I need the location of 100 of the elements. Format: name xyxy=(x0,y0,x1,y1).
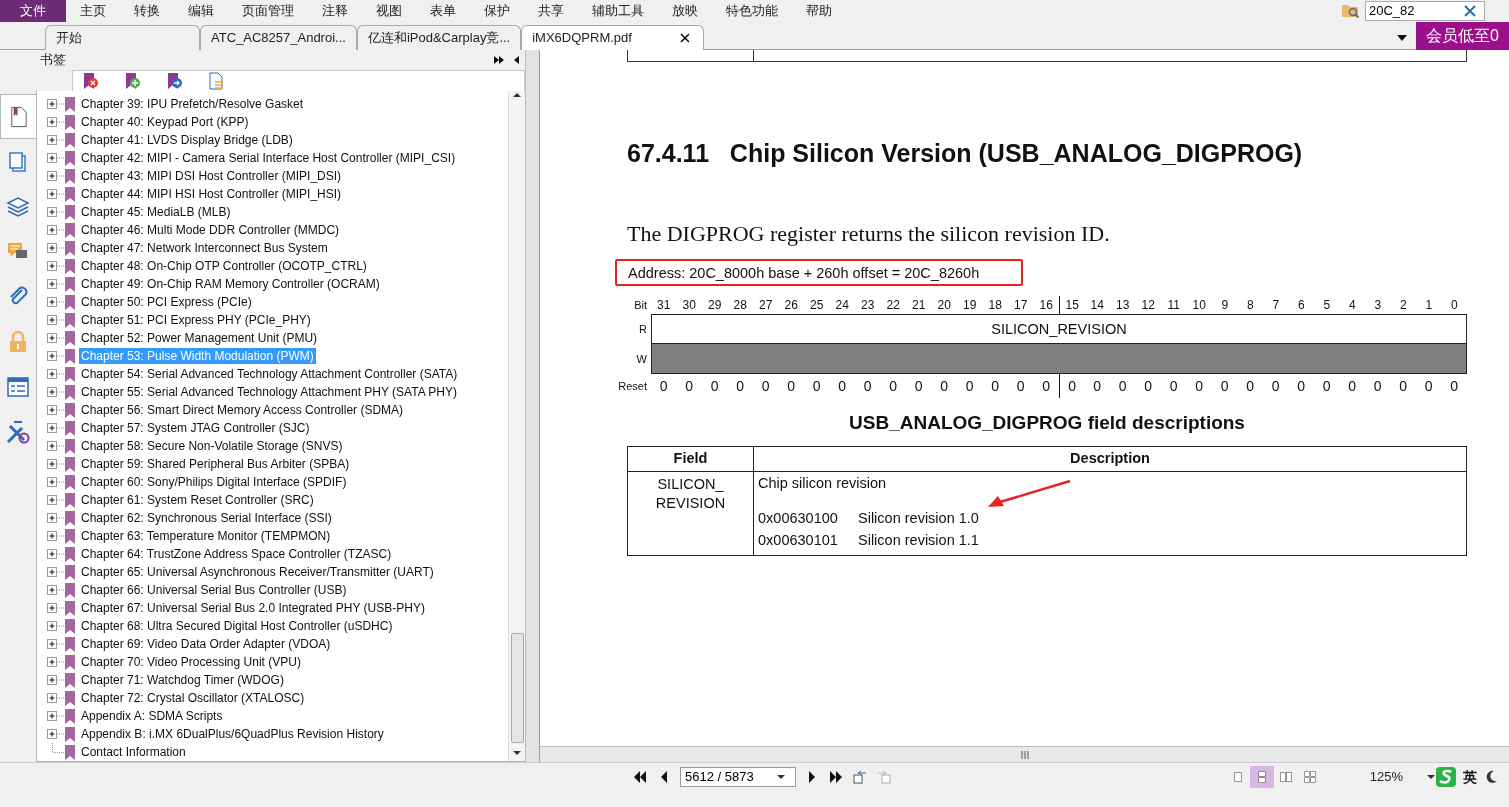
bookmark-item[interactable]: Chapter 55: Serial Advanced Technology Attachment PHY (SATA PHY) xyxy=(79,384,459,400)
reset-value: 0 xyxy=(1270,377,1281,396)
bookmark-icon xyxy=(65,636,75,652)
bookmark-item[interactable]: Chapter 67: Universal Serial Bus 2.0 Integrated PHY (USB-PHY) xyxy=(79,600,427,616)
bookmark-icon xyxy=(65,438,75,454)
value-code: 0x00630101 xyxy=(758,531,839,550)
view-mode-button[interactable] xyxy=(1249,766,1274,788)
expand-all-icon[interactable] xyxy=(493,54,505,65)
bookmark-item[interactable]: Chapter 50: PCI Express (PCIe) xyxy=(79,294,254,310)
search-box[interactable]: 20C_82 xyxy=(1365,1,1485,21)
menu-item[interactable]: 共享 xyxy=(524,0,578,22)
menu-item[interactable]: 放映 xyxy=(658,0,712,22)
caret-icon[interactable] xyxy=(1396,34,1409,42)
scrollbar-thumb[interactable] xyxy=(510,633,524,743)
menu-item[interactable]: 表单 xyxy=(416,0,470,22)
bookmark-item[interactable]: Chapter 40: Keypad Port (KPP) xyxy=(79,114,251,130)
bookmark-item[interactable]: Chapter 42: MIPI - Camera Serial Interface Host Controller (MIPI_CSI) xyxy=(79,150,458,166)
page-layout-icon xyxy=(1303,768,1316,786)
delete-bookmark-icon[interactable] xyxy=(81,71,99,90)
bookmark-icon xyxy=(65,690,75,706)
bookmark-item[interactable]: Chapter 64: TrustZone Address Space Controller (TZASC) xyxy=(79,546,394,562)
clear-icon[interactable] xyxy=(1462,3,1478,19)
bookmark-item[interactable]: Chapter 39: IPU Prefetch/Resolve Gasket xyxy=(79,96,306,112)
bookmark-icon xyxy=(65,186,75,202)
dropdown-icon[interactable] xyxy=(777,774,785,780)
zoom-dropdown-icon[interactable] xyxy=(1427,774,1435,780)
bookmark-item[interactable]: Chapter 54: Serial Advanced Technology Attachment Controller (SATA) xyxy=(79,366,460,382)
bookmark-item[interactable]: Chapter 58: Secure Non-Volatile Storage (SNVS) xyxy=(79,438,345,454)
menu-item[interactable]: 保护 xyxy=(470,0,524,22)
menu-item[interactable]: 编辑 xyxy=(174,0,228,22)
bookmark-item[interactable]: Chapter 69: Video Data Order Adapter (VDOA) xyxy=(79,636,333,652)
menu-item[interactable]: 转换 xyxy=(120,0,174,22)
bookmark-item[interactable]: Chapter 46: Multi Mode DDR Controller (MMDC) xyxy=(79,222,342,238)
bookmark-arrow-icon[interactable] xyxy=(165,71,183,90)
close-icon[interactable] xyxy=(679,33,690,43)
bit-number: 28 xyxy=(732,297,748,314)
bookmark-item[interactable]: Chapter 56: Smart Direct Memory Access Controller (SDMA) xyxy=(79,402,406,418)
bookmark-item[interactable]: Chapter 45: MediaLB (MLB) xyxy=(79,204,233,220)
menu-item[interactable]: 页面管理 xyxy=(228,0,308,22)
bookmark-item[interactable]: Appendix B: i.MX 6DualPlus/6QuadPlus Revision History xyxy=(79,726,386,742)
ime-mode[interactable]: 英 xyxy=(1463,766,1477,788)
bookmark-icon xyxy=(65,744,75,760)
bookmark-icon xyxy=(65,582,75,598)
document-tab[interactable]: ATC_AC8257_Androi... xyxy=(200,25,357,50)
menu-item[interactable]: 辅助工具 xyxy=(578,0,658,22)
menu-item[interactable]: 主页 xyxy=(66,0,120,22)
bookmark-item[interactable]: Chapter 47: Network Interconnect Bus System xyxy=(79,240,330,256)
bookmark-item[interactable]: Contact Information xyxy=(79,744,188,760)
column-header: Field xyxy=(627,446,754,472)
menu-item[interactable]: 特色功能 xyxy=(712,0,792,22)
reset-value: 0 xyxy=(1194,377,1205,396)
bookmark-icon xyxy=(65,150,75,166)
reset-value: 0 xyxy=(837,377,848,396)
add-bookmark-icon[interactable] xyxy=(123,71,141,90)
document-tab[interactable]: 亿连和iPod&Carplay竞... xyxy=(356,25,522,50)
document-tab[interactable]: iMX6DQPRM.pdf xyxy=(521,25,705,50)
reset-value: 0 xyxy=(811,377,822,396)
bookmark-item[interactable]: Chapter 52: Power Management Unit (PMU) xyxy=(79,330,320,346)
bookmark-item[interactable]: Chapter 49: On-Chip RAM Memory Controller (OCRAM) xyxy=(79,276,382,292)
menu-item[interactable]: 注释 xyxy=(308,0,362,22)
page-selector[interactable]: 5612 / 5873 xyxy=(680,767,796,787)
bookmark-item[interactable]: Chapter 61: System Reset Controller (SRC) xyxy=(79,492,316,508)
reset-value: 0 xyxy=(1168,377,1179,396)
bookmark-item[interactable]: Chapter 48: On-Chip OTP Controller (OCOTP_CTRL) xyxy=(79,258,369,274)
bit-number: 22 xyxy=(885,297,901,314)
bookmark-item[interactable]: Chapter 43: MIPI DSI Host Controller (MIPI_DSI) xyxy=(79,168,344,184)
menu-item[interactable]: 文件 xyxy=(0,0,66,22)
bookmark-item[interactable]: Chapter 68: Ultra Secured Digital Host Controller (uSDHC) xyxy=(79,618,395,634)
bookmark-item[interactable]: Chapter 44: MIPI HSI Host Controller (MIPI_HSI) xyxy=(79,186,344,202)
bookmark-item[interactable]: Chapter 41: LVDS Display Bridge (LDB) xyxy=(79,132,295,148)
grip-icon[interactable] xyxy=(1019,750,1030,759)
document-tab[interactable]: 开始 xyxy=(45,25,200,50)
bookmark-item[interactable]: Chapter 57: System JTAG Controller (SJC) xyxy=(79,420,312,436)
bookmark-item[interactable]: Chapter 70: Video Processing Unit (VPU) xyxy=(79,654,303,670)
bookmark-item[interactable]: Chapter 51: PCI Express PHY (PCIe_PHY) xyxy=(79,312,313,328)
bookmark-item[interactable]: Chapter 71: Watchdog Timer (WDOG) xyxy=(79,672,286,688)
menu-item[interactable]: 帮助 xyxy=(792,0,846,22)
bit-number: 24 xyxy=(834,297,850,314)
promo-button[interactable]: 会员低至0 xyxy=(1416,22,1509,50)
bookmark-item[interactable]: Chapter 72: Crystal Oscillator (XTALOSC) xyxy=(79,690,307,706)
bit-number: 23 xyxy=(860,297,876,314)
bookmark-item[interactable]: Chapter 60: Sony/Philips Digital Interface (SPDIF) xyxy=(79,474,349,490)
bookmark-icon xyxy=(65,726,75,742)
menu-item[interactable]: 视图 xyxy=(362,0,416,22)
zoom-level[interactable]: 125% xyxy=(1369,767,1403,787)
bookmark-icon xyxy=(65,384,75,400)
reset-value: 0 xyxy=(1059,374,1085,398)
bookmark-item[interactable]: Chapter 63: Temperature Monitor (TEMPMON) xyxy=(79,528,333,544)
folder-search-icon[interactable] xyxy=(1341,2,1361,20)
bookmark-item[interactable]: Chapter 65: Universal Asynchronous Receiver/Transmitter (UART) xyxy=(79,564,436,580)
bit-number: 26 xyxy=(783,297,799,314)
scroll-down-icon[interactable] xyxy=(512,749,522,757)
bookmark-item[interactable]: Chapter 59: Shared Peripheral Bus Arbiter (SPBA) xyxy=(79,456,352,472)
row-label: Bit xyxy=(633,297,648,313)
sidebar-tab[interactable] xyxy=(0,94,36,139)
bookmark-item[interactable]: Chapter 66: Universal Serial Bus Controller (USB) xyxy=(79,582,349,598)
bookmark-properties-icon[interactable] xyxy=(207,71,225,90)
bookmark-item[interactable]: Appendix A: SDMA Scripts xyxy=(79,708,225,724)
bookmark-item[interactable]: Chapter 62: Synchronous Serial Interface (SSI) xyxy=(79,510,334,526)
bit-number: 30 xyxy=(681,297,697,314)
